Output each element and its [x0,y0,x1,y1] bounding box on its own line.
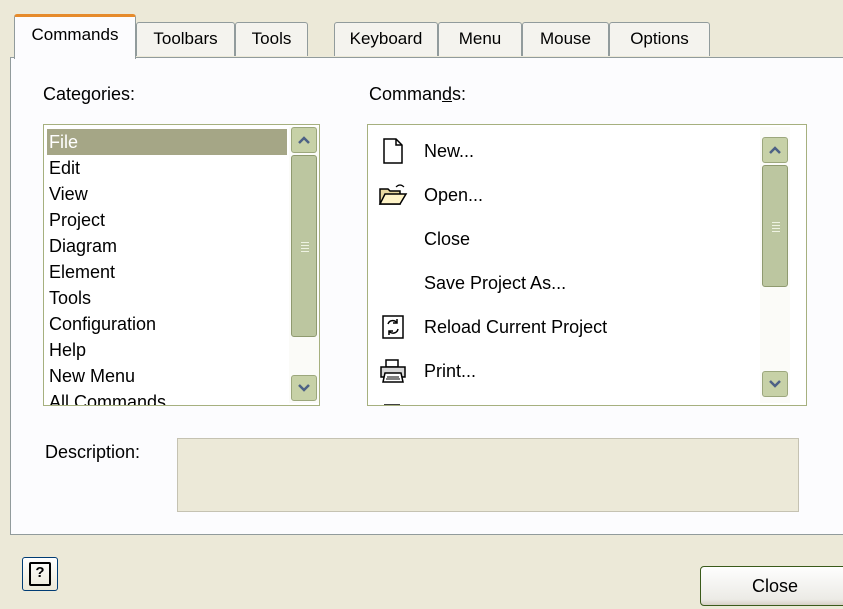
commands-scrollbar[interactable] [760,127,790,403]
command-label: Reload Current Project [424,317,608,337]
tab-tools[interactable]: Tools [235,22,308,56]
commands-label-mnemonic: d [442,84,453,104]
scroll-up-button[interactable] [762,137,788,163]
command-label: Save Project As... [424,273,567,293]
grip-line [772,231,780,232]
category-item-edit[interactable]: Edit [47,155,80,181]
grip-line [772,228,780,229]
description-label: Description: [45,442,141,462]
help-button[interactable]: ? [22,557,58,591]
grip-line [772,222,780,223]
chevron-down-icon [298,384,310,392]
chevron-down-icon [769,380,781,388]
commands-label: Commands: [369,84,466,105]
tab-mouse[interactable]: Mouse [522,22,609,56]
open-folder-icon [378,180,408,210]
category-item-tools[interactable]: Tools [47,285,91,311]
commands-label-prefix: Comman [369,84,443,104]
categories-label: Categories: [43,84,136,104]
category-item-help[interactable]: Help [47,337,86,363]
command-item-open[interactable]: Open... [374,173,754,217]
category-item-new-menu[interactable]: New Menu [47,363,135,389]
command-item-print[interactable]: Print... [374,349,754,393]
document-icon [378,400,408,405]
commands-label-suffix: s: [452,84,467,104]
category-item-diagram[interactable]: Diagram [47,233,117,259]
command-item-new[interactable]: New... [374,129,754,173]
tab-toolbars[interactable]: Toolbars [136,22,235,56]
commands-tab-page: Categories: Commands: File Edit View Pro… [10,57,843,535]
command-label: Print... [424,361,477,381]
grip-line [301,251,309,252]
tab-commands[interactable]: Commands [14,14,136,59]
tab-keyboard[interactable]: Keyboard [334,22,438,56]
grip-line [301,245,309,246]
reload-icon [378,312,408,342]
printer-icon [378,356,408,386]
category-item-project[interactable]: Project [47,207,105,233]
command-item-save-project-as[interactable]: Save Project As... [374,261,754,305]
category-item-configuration[interactable]: Configuration [47,311,156,337]
categories-listbox[interactable]: File Edit View Project Diagram Element T… [43,124,320,406]
chevron-up-icon [769,146,781,154]
tab-menu[interactable]: Menu [438,22,522,56]
command-label: Close [424,229,471,249]
description-box [177,438,799,512]
scroll-up-button[interactable] [291,127,317,153]
help-button-label: ? [29,562,51,586]
command-item-reload-current-project[interactable]: Reload Current Project [374,305,754,349]
commands-listbox[interactable]: New... Open... Close Save Project As... … [367,124,807,406]
categories-scrollbar[interactable] [289,127,319,403]
scroll-thumb[interactable] [762,165,788,287]
scroll-down-button[interactable] [762,371,788,397]
grip-line [772,225,780,226]
category-item-element[interactable]: Element [47,259,115,285]
grip-line [301,242,309,243]
scroll-thumb[interactable] [291,155,317,337]
tab-options[interactable]: Options [609,22,710,56]
category-item-view[interactable]: View [47,181,88,207]
command-item-partial [374,393,754,405]
grip-line [301,248,309,249]
scroll-down-button[interactable] [291,375,317,401]
new-document-icon [378,136,408,166]
chevron-up-icon [298,136,310,144]
category-item-all-commands[interactable]: All Commands [47,389,166,405]
command-item-close[interactable]: Close [374,217,754,261]
category-item-file[interactable]: File [47,129,287,155]
command-label: Open... [424,185,484,205]
command-label: New... [424,141,475,161]
close-button[interactable]: Close [700,566,843,606]
